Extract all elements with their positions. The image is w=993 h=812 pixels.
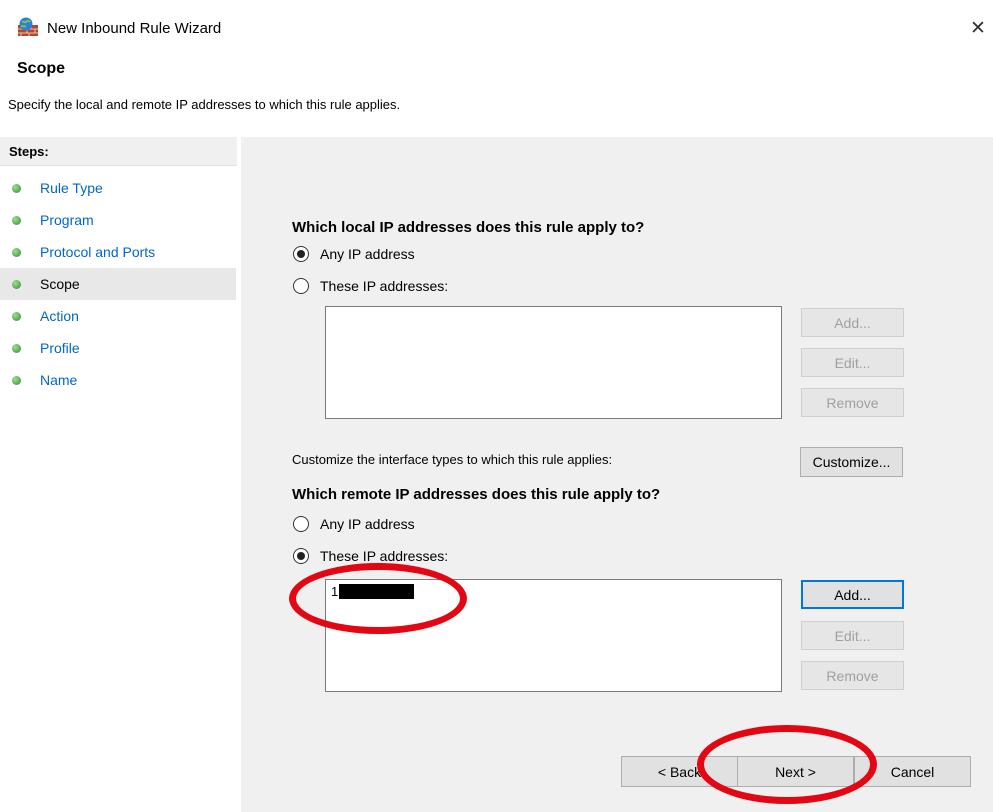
customize-text: Customize the interface types to which t… [292,452,613,467]
customize-button[interactable]: Customize... [800,447,903,477]
local-any-ip-radio[interactable]: Any IP address [293,246,415,262]
steps-sidebar: Steps: Rule Type Program Protocol and Po… [0,137,237,812]
step-status-icon [12,279,21,289]
close-icon[interactable]: ✕ [970,17,986,40]
annotation-circle-ip-entry [289,563,467,634]
step-status-icon [12,343,21,353]
title-bar: New Inbound Rule Wizard ✕ [0,0,993,60]
local-ip-question: Which local IP addresses does this rule … [292,219,645,236]
step-status-icon [12,311,21,321]
step-rule-type[interactable]: Rule Type [0,172,236,204]
radio-indicator [293,246,309,262]
remote-remove-button[interactable]: Remove [801,661,904,690]
step-profile[interactable]: Profile [0,332,236,364]
step-status-icon [12,247,21,257]
local-remove-button[interactable]: Remove [801,388,904,417]
local-these-ip-radio[interactable]: These IP addresses: [293,278,448,294]
remote-ip-question: Which remote IP addresses does this rule… [292,486,661,503]
local-edit-button[interactable]: Edit... [801,348,904,377]
remote-edit-button[interactable]: Edit... [801,621,904,650]
window-title: New Inbound Rule Wizard [47,20,222,37]
step-name[interactable]: Name [0,364,236,396]
remote-these-ip-radio[interactable]: These IP addresses: [293,548,448,564]
step-protocol-and-ports[interactable]: Protocol and Ports [0,236,236,268]
radio-indicator [293,548,309,564]
step-program[interactable]: Program [0,204,236,236]
local-add-button[interactable]: Add... [801,308,904,337]
firewall-icon [18,17,38,36]
page-heading: Scope [17,60,66,77]
step-status-icon [12,183,21,193]
radio-indicator [293,516,309,532]
step-action[interactable]: Action [0,300,236,332]
step-scope[interactable]: Scope [0,268,236,300]
steps-header: Steps: [0,137,237,166]
page-description: Specify the local and remote IP addresse… [8,97,401,112]
radio-indicator [293,278,309,294]
step-status-icon [12,375,21,385]
step-status-icon [12,215,21,225]
remote-add-button[interactable]: Add... [801,580,904,609]
remote-any-ip-radio[interactable]: Any IP address [293,516,415,532]
local-ip-list[interactable] [325,306,782,419]
annotation-circle-next [697,725,877,804]
